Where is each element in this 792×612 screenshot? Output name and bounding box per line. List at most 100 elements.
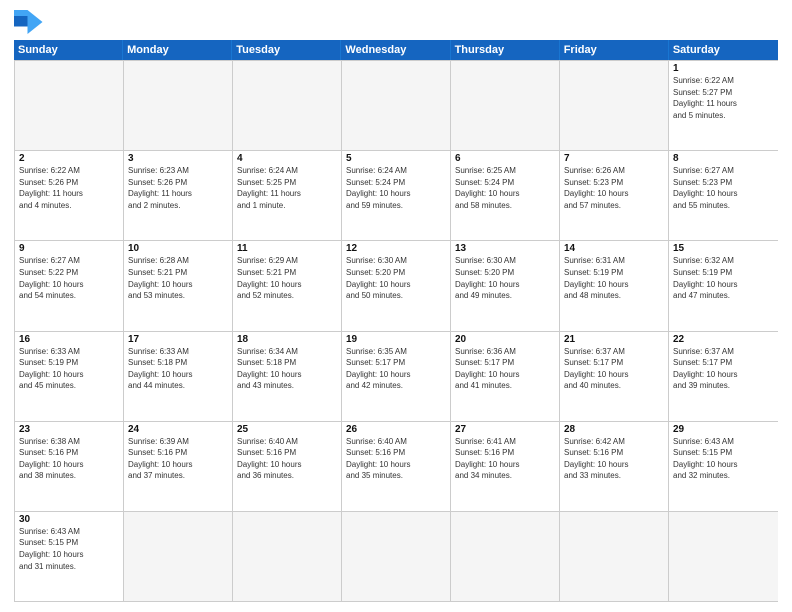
day-detail: Sunrise: 6:24 AM Sunset: 5:24 PM Dayligh… <box>346 165 446 211</box>
day-number: 8 <box>673 153 774 164</box>
day-number: 10 <box>128 243 228 254</box>
day-number: 23 <box>19 424 119 435</box>
day-header-sunday: Sunday <box>14 40 123 60</box>
day-number: 18 <box>237 334 337 345</box>
empty-cell <box>451 512 560 601</box>
logo <box>14 10 48 34</box>
calendar-row-3: 16Sunrise: 6:33 AM Sunset: 5:19 PM Dayli… <box>15 331 778 421</box>
day-number: 19 <box>346 334 446 345</box>
day-header-friday: Friday <box>560 40 669 60</box>
day-detail: Sunrise: 6:40 AM Sunset: 5:16 PM Dayligh… <box>346 436 446 482</box>
day-number: 29 <box>673 424 774 435</box>
day-detail: Sunrise: 6:31 AM Sunset: 5:19 PM Dayligh… <box>564 255 664 301</box>
day-detail: Sunrise: 6:22 AM Sunset: 5:27 PM Dayligh… <box>673 75 774 121</box>
day-cell-20: 20Sunrise: 6:36 AM Sunset: 5:17 PM Dayli… <box>451 332 560 421</box>
empty-cell <box>233 512 342 601</box>
day-number: 11 <box>237 243 337 254</box>
day-cell-4: 4Sunrise: 6:24 AM Sunset: 5:25 PM Daylig… <box>233 151 342 240</box>
day-detail: Sunrise: 6:42 AM Sunset: 5:16 PM Dayligh… <box>564 436 664 482</box>
day-detail: Sunrise: 6:22 AM Sunset: 5:26 PM Dayligh… <box>19 165 119 211</box>
day-detail: Sunrise: 6:33 AM Sunset: 5:18 PM Dayligh… <box>128 346 228 392</box>
day-detail: Sunrise: 6:37 AM Sunset: 5:17 PM Dayligh… <box>564 346 664 392</box>
day-number: 14 <box>564 243 664 254</box>
day-number: 4 <box>237 153 337 164</box>
calendar-row-4: 23Sunrise: 6:38 AM Sunset: 5:16 PM Dayli… <box>15 421 778 511</box>
day-detail: Sunrise: 6:28 AM Sunset: 5:21 PM Dayligh… <box>128 255 228 301</box>
day-detail: Sunrise: 6:29 AM Sunset: 5:21 PM Dayligh… <box>237 255 337 301</box>
day-number: 22 <box>673 334 774 345</box>
day-cell-19: 19Sunrise: 6:35 AM Sunset: 5:17 PM Dayli… <box>342 332 451 421</box>
header <box>14 10 778 34</box>
empty-cell <box>233 61 342 150</box>
day-cell-13: 13Sunrise: 6:30 AM Sunset: 5:20 PM Dayli… <box>451 241 560 330</box>
day-cell-17: 17Sunrise: 6:33 AM Sunset: 5:18 PM Dayli… <box>124 332 233 421</box>
day-detail: Sunrise: 6:37 AM Sunset: 5:17 PM Dayligh… <box>673 346 774 392</box>
day-detail: Sunrise: 6:38 AM Sunset: 5:16 PM Dayligh… <box>19 436 119 482</box>
day-header-monday: Monday <box>123 40 232 60</box>
day-cell-16: 16Sunrise: 6:33 AM Sunset: 5:19 PM Dayli… <box>15 332 124 421</box>
day-number: 2 <box>19 153 119 164</box>
day-detail: Sunrise: 6:43 AM Sunset: 5:15 PM Dayligh… <box>19 526 119 572</box>
day-detail: Sunrise: 6:24 AM Sunset: 5:25 PM Dayligh… <box>237 165 337 211</box>
day-header-saturday: Saturday <box>669 40 778 60</box>
day-cell-25: 25Sunrise: 6:40 AM Sunset: 5:16 PM Dayli… <box>233 422 342 511</box>
day-cell-6: 6Sunrise: 6:25 AM Sunset: 5:24 PM Daylig… <box>451 151 560 240</box>
day-detail: Sunrise: 6:34 AM Sunset: 5:18 PM Dayligh… <box>237 346 337 392</box>
empty-cell <box>451 61 560 150</box>
calendar: SundayMondayTuesdayWednesdayThursdayFrid… <box>14 40 778 602</box>
day-cell-15: 15Sunrise: 6:32 AM Sunset: 5:19 PM Dayli… <box>669 241 778 330</box>
day-cell-1: 1Sunrise: 6:22 AM Sunset: 5:27 PM Daylig… <box>669 61 778 150</box>
empty-cell <box>560 61 669 150</box>
day-header-tuesday: Tuesday <box>232 40 341 60</box>
day-detail: Sunrise: 6:27 AM Sunset: 5:22 PM Dayligh… <box>19 255 119 301</box>
day-cell-3: 3Sunrise: 6:23 AM Sunset: 5:26 PM Daylig… <box>124 151 233 240</box>
day-header-wednesday: Wednesday <box>341 40 450 60</box>
day-number: 26 <box>346 424 446 435</box>
logo-icon <box>14 10 44 34</box>
day-detail: Sunrise: 6:25 AM Sunset: 5:24 PM Dayligh… <box>455 165 555 211</box>
day-detail: Sunrise: 6:41 AM Sunset: 5:16 PM Dayligh… <box>455 436 555 482</box>
day-cell-5: 5Sunrise: 6:24 AM Sunset: 5:24 PM Daylig… <box>342 151 451 240</box>
day-cell-18: 18Sunrise: 6:34 AM Sunset: 5:18 PM Dayli… <box>233 332 342 421</box>
empty-cell <box>15 61 124 150</box>
day-cell-23: 23Sunrise: 6:38 AM Sunset: 5:16 PM Dayli… <box>15 422 124 511</box>
day-number: 20 <box>455 334 555 345</box>
day-cell-29: 29Sunrise: 6:43 AM Sunset: 5:15 PM Dayli… <box>669 422 778 511</box>
day-number: 13 <box>455 243 555 254</box>
day-number: 21 <box>564 334 664 345</box>
day-number: 15 <box>673 243 774 254</box>
day-cell-2: 2Sunrise: 6:22 AM Sunset: 5:26 PM Daylig… <box>15 151 124 240</box>
calendar-row-5: 30Sunrise: 6:43 AM Sunset: 5:15 PM Dayli… <box>15 511 778 601</box>
day-detail: Sunrise: 6:30 AM Sunset: 5:20 PM Dayligh… <box>346 255 446 301</box>
day-number: 16 <box>19 334 119 345</box>
day-number: 12 <box>346 243 446 254</box>
day-detail: Sunrise: 6:43 AM Sunset: 5:15 PM Dayligh… <box>673 436 774 482</box>
empty-cell <box>669 512 778 601</box>
day-cell-14: 14Sunrise: 6:31 AM Sunset: 5:19 PM Dayli… <box>560 241 669 330</box>
day-detail: Sunrise: 6:39 AM Sunset: 5:16 PM Dayligh… <box>128 436 228 482</box>
day-cell-24: 24Sunrise: 6:39 AM Sunset: 5:16 PM Dayli… <box>124 422 233 511</box>
day-detail: Sunrise: 6:40 AM Sunset: 5:16 PM Dayligh… <box>237 436 337 482</box>
day-detail: Sunrise: 6:23 AM Sunset: 5:26 PM Dayligh… <box>128 165 228 211</box>
day-cell-12: 12Sunrise: 6:30 AM Sunset: 5:20 PM Dayli… <box>342 241 451 330</box>
day-number: 27 <box>455 424 555 435</box>
day-number: 7 <box>564 153 664 164</box>
page: SundayMondayTuesdayWednesdayThursdayFrid… <box>0 0 792 612</box>
calendar-row-2: 9Sunrise: 6:27 AM Sunset: 5:22 PM Daylig… <box>15 240 778 330</box>
day-number: 17 <box>128 334 228 345</box>
day-cell-22: 22Sunrise: 6:37 AM Sunset: 5:17 PM Dayli… <box>669 332 778 421</box>
day-detail: Sunrise: 6:26 AM Sunset: 5:23 PM Dayligh… <box>564 165 664 211</box>
day-number: 28 <box>564 424 664 435</box>
day-header-thursday: Thursday <box>451 40 560 60</box>
day-cell-7: 7Sunrise: 6:26 AM Sunset: 5:23 PM Daylig… <box>560 151 669 240</box>
empty-cell <box>124 512 233 601</box>
day-detail: Sunrise: 6:27 AM Sunset: 5:23 PM Dayligh… <box>673 165 774 211</box>
day-number: 25 <box>237 424 337 435</box>
empty-cell <box>560 512 669 601</box>
calendar-row-0: 1Sunrise: 6:22 AM Sunset: 5:27 PM Daylig… <box>15 60 778 150</box>
day-detail: Sunrise: 6:32 AM Sunset: 5:19 PM Dayligh… <box>673 255 774 301</box>
day-number: 9 <box>19 243 119 254</box>
day-number: 24 <box>128 424 228 435</box>
empty-cell <box>124 61 233 150</box>
day-number: 1 <box>673 63 774 74</box>
